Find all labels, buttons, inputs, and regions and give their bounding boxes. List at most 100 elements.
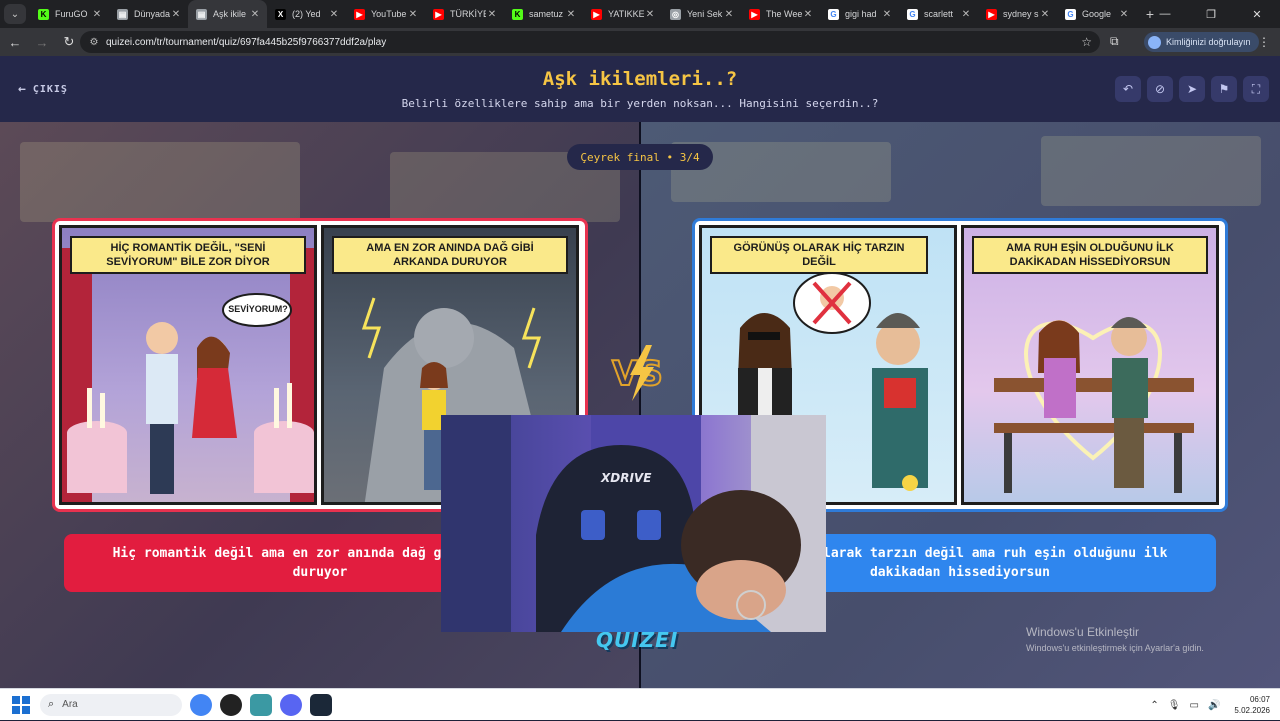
tab-title: (2) Yed (292, 9, 321, 19)
browser-tab[interactable]: ▶ YouTube ✕ (346, 0, 425, 28)
close-tab-icon[interactable]: ✕ (170, 9, 182, 20)
youtube-icon: ▶ (433, 8, 444, 20)
close-tab-icon[interactable]: ✕ (328, 9, 340, 20)
site-info-icon[interactable]: ⚙ (84, 37, 104, 48)
browser-toolbar: ← → ↻ ⚙ quizei.com/tr/tournament/quiz/69… (0, 28, 1280, 56)
right-panel-1-caption: GÖRÜNÜŞ OLARAK HİÇ TARZIN DEĞİL (710, 236, 928, 274)
tab-strip: ⌄ K FuruGO ✕ ▤ Dünyada ✕ ▤ Aşk ikile ✕ X (2) Yed ✕ ▶… (0, 0, 1280, 28)
forward-icon[interactable]: → (30, 30, 54, 54)
tab-title: YouTube (371, 9, 407, 19)
google-icon: G (907, 8, 918, 20)
extensions-icon[interactable]: ⧉ (1110, 34, 1119, 49)
tab-title: FuruGO (55, 9, 88, 19)
profile-button[interactable]: Kimliğinizi doğrulayın (1144, 32, 1259, 52)
menu-icon[interactable]: ⋮ (1258, 35, 1270, 49)
app-icon[interactable] (220, 693, 242, 716)
minimize-icon[interactable]: — (1142, 0, 1188, 28)
close-tab-icon[interactable]: ✕ (802, 9, 814, 20)
google-icon: G (828, 8, 839, 20)
undo-icon[interactable]: ↶ (1115, 76, 1141, 102)
browser-tab[interactable]: ▶ YATIKKE ✕ (583, 0, 662, 28)
close-tab-icon[interactable]: ✕ (644, 9, 656, 20)
close-tab-icon[interactable]: ✕ (1118, 9, 1130, 20)
page-title: Aşk ikilemleri..? (542, 68, 738, 90)
close-tab-icon[interactable]: ✕ (486, 9, 498, 20)
close-window-icon[interactable]: ✕ (1234, 0, 1280, 28)
activation-body: Windows'u etkinleştirmek için Ayarlar'a … (1026, 643, 1204, 653)
youtube-icon: ▶ (591, 8, 602, 20)
profile-avatar-icon (1148, 35, 1161, 49)
bookmark-star-icon[interactable]: ☆ (1081, 35, 1092, 49)
close-tab-icon[interactable]: ✕ (881, 9, 893, 20)
browser-tab[interactable]: ▤ Dünyada ✕ (109, 0, 188, 28)
browser-tab[interactable]: ▶ The Wee ✕ (741, 0, 820, 28)
page-icon: ▤ (117, 8, 128, 20)
browser-tab[interactable]: K FuruGO ✕ (30, 0, 109, 28)
tab-title: Aşk ikile (213, 9, 247, 19)
tab-title: sametuz (529, 9, 564, 19)
youtube-icon: ▶ (354, 8, 365, 20)
close-tab-icon[interactable]: ✕ (407, 9, 419, 20)
chrome-icon[interactable] (190, 693, 212, 716)
quiz-header: ← ÇIKIŞ Aşk ikilemleri..? Belirli özelli… (0, 56, 1280, 122)
flag-icon[interactable]: ⚑ (1211, 76, 1237, 102)
tab-title: Google (1082, 9, 1112, 19)
link-icon[interactable]: ⊘ (1147, 76, 1173, 102)
browser-tab[interactable]: Gscarlett ✕ (899, 0, 978, 28)
speech-bubble-text: SEVİYORUM? (228, 304, 288, 314)
fullscreen-icon[interactable]: ⛶ (1243, 76, 1269, 102)
reload-icon[interactable]: ↻ (57, 30, 81, 54)
clock[interactable]: 06:07 5.02.2026 (1234, 694, 1270, 716)
tab-list: K FuruGO ✕ ▤ Dünyada ✕ ▤ Aşk ikile ✕ X (2) Yed ✕ ▶ Yo… (30, 0, 1136, 28)
left-panel-1: HİÇ ROMANTİK DEĞİL, "SENİ SEVİYORUM" BİL… (59, 225, 317, 505)
browser-tab[interactable]: ▤ Aşk ikile ✕ (188, 0, 267, 28)
close-tab-icon[interactable]: ✕ (960, 9, 972, 20)
youtube-icon: ▶ (986, 8, 997, 20)
volume-icon[interactable]: 🔊 (1208, 700, 1220, 711)
tab-title: TÜRKİYE (450, 9, 486, 19)
close-tab-icon[interactable]: ✕ (91, 9, 103, 20)
microphone-icon[interactable]: 🎙 (1168, 700, 1181, 711)
tab-search-button[interactable]: ⌄ (4, 4, 26, 24)
globe-icon: ◎ (670, 8, 681, 20)
tab-title: gigi had (845, 9, 877, 19)
left-panel-1-caption: HİÇ ROMANTİK DEĞİL, "SENİ SEVİYORUM" BİL… (70, 236, 306, 274)
taskbar-search[interactable]: ⌕ Ara (40, 693, 182, 716)
webcam-overlay: XDRIVE (441, 415, 826, 632)
page-subtitle: Belirli özelliklere sahip ama bir yerden… (401, 97, 879, 110)
browser-tab[interactable]: Ggigi had ✕ (820, 0, 899, 28)
clock-time: 06:07 (1249, 695, 1270, 704)
webcam-feed-image: XDRIVE (441, 415, 826, 632)
tab-title: YATIKKE (608, 9, 644, 19)
profile-label: Kimliğinizi doğrulayın (1166, 37, 1251, 47)
close-tab-icon[interactable]: ✕ (1039, 9, 1051, 20)
taskbar-search-placeholder: Ara (62, 699, 78, 710)
settings-app-icon[interactable] (250, 693, 272, 716)
windows-start-icon[interactable] (12, 695, 30, 714)
chair-brand-text: XDRIVE (600, 471, 652, 485)
browser-tab[interactable]: ▶ sydney s ✕ (978, 0, 1057, 28)
browser-tab[interactable]: Ksametuz ✕ (504, 0, 583, 28)
close-tab-icon[interactable]: ✕ (565, 9, 577, 20)
close-tab-icon[interactable]: ✕ (249, 9, 261, 20)
steam-icon[interactable] (310, 693, 332, 716)
close-tab-icon[interactable]: ✕ (723, 9, 735, 20)
browser-tab[interactable]: ◎ Yeni Sek ✕ (662, 0, 741, 28)
tab-title: Yeni Sek (687, 9, 723, 19)
tray-overflow-icon[interactable]: ⌃ (1150, 700, 1158, 711)
browser-tab[interactable]: G Google ✕ (1057, 0, 1136, 28)
restore-icon[interactable]: ❐ (1188, 0, 1234, 28)
discord-icon[interactable] (280, 693, 302, 716)
k-icon: K (512, 8, 523, 20)
back-icon[interactable]: ← (3, 30, 27, 54)
address-bar[interactable]: ⚙ quizei.com/tr/tournament/quiz/697fa445… (80, 31, 1100, 53)
left-panel-2-caption: AMA EN ZOR ANINDA DAĞ GİBİ ARKANDA DURUY… (332, 236, 568, 274)
display-icon[interactable]: ▭ (1190, 700, 1199, 711)
send-icon[interactable]: ➤ (1179, 76, 1205, 102)
browser-tab[interactable]: ▶ TÜRKİYE ✕ (425, 0, 504, 28)
system-tray: ⌃ 🎙 ▭ 🔊 06:07 5.02.2026 (1141, 689, 1270, 721)
clock-date: 5.02.2026 (1234, 706, 1270, 715)
browser-tab[interactable]: X (2) Yed ✕ (267, 0, 346, 28)
x-icon: X (275, 8, 286, 20)
google-icon: G (1065, 8, 1076, 20)
